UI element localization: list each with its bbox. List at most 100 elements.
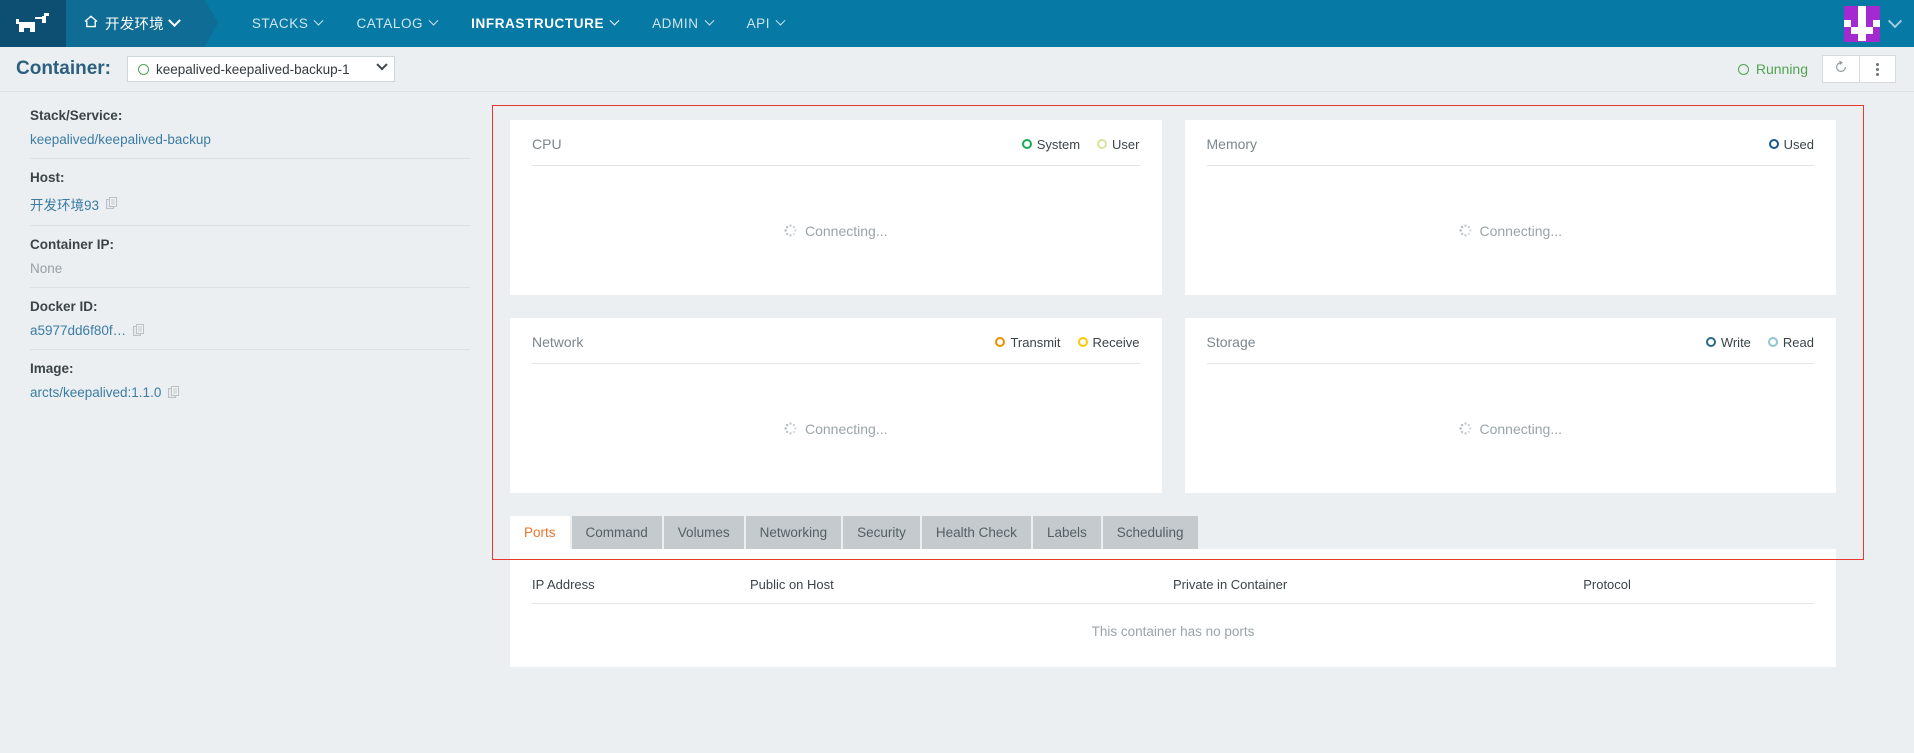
card-header: CPU System User — [532, 136, 1140, 166]
table-empty-row: This container has no ports — [532, 604, 1814, 639]
info-value: a5977dd6f80f… — [30, 323, 470, 338]
tab-scheduling[interactable]: Scheduling — [1102, 516, 1198, 549]
stats-graph-grid: CPU System User Connecting... Memory Use… — [470, 92, 1866, 493]
nav-item-admin[interactable]: ADMIN — [635, 0, 730, 47]
loading-indicator: Connecting... — [1458, 421, 1562, 437]
stack-service-link[interactable]: keepalived/keepalived-backup — [30, 132, 211, 147]
header-actions: Running — [1737, 55, 1896, 83]
card-header: Memory Used — [1206, 136, 1814, 166]
tab-label: Command — [585, 525, 648, 540]
tab-command[interactable]: Command — [571, 516, 662, 549]
legend-item-receive[interactable]: Receive — [1077, 334, 1140, 350]
legend-item-user[interactable]: User — [1097, 136, 1140, 152]
ports-table: IP Address Public on Host Private in Con… — [532, 577, 1814, 639]
tab-bar: Ports Command Volumes Networking Securit… — [510, 516, 1836, 549]
network-legend: Transmit Receive — [995, 334, 1140, 350]
legend-item-system[interactable]: System — [1021, 136, 1081, 152]
page-body: Container: keepalived-keepalived-backup-… — [0, 47, 1914, 753]
main-nav: STACKS CATALOG INFRASTRUCTURE ADMIN API — [235, 0, 801, 47]
tab-label: Labels — [1046, 525, 1087, 540]
memory-graph-card: Memory Used Connecting... — [1184, 120, 1836, 295]
card-body: Connecting... — [532, 166, 1140, 295]
info-label: Stack/Service: — [30, 108, 123, 123]
copy-to-clipboard-icon[interactable] — [133, 323, 146, 338]
main-content: Stack/Service: keepalived/keepalived-bac… — [0, 92, 1914, 667]
info-stack-service: Stack/Service: keepalived/keepalived-bac… — [30, 108, 470, 159]
nav-item-stacks[interactable]: STACKS — [235, 0, 340, 47]
user-avatar[interactable] — [1844, 5, 1880, 42]
tab-networking[interactable]: Networking — [745, 516, 842, 549]
tab-label: Ports — [524, 525, 556, 540]
restart-icon — [1834, 60, 1848, 79]
legend-dot-icon — [1768, 139, 1779, 149]
column-public-on-host: Public on Host — [749, 577, 1173, 604]
legend-item-write[interactable]: Write — [1705, 334, 1751, 350]
storage-legend: Write Read — [1705, 334, 1814, 350]
rancher-logo-button[interactable] — [0, 0, 66, 47]
chevron-down-icon — [376, 59, 388, 71]
nav-label: INFRASTRUCTURE — [471, 16, 605, 31]
nav-item-infrastructure[interactable]: INFRASTRUCTURE — [454, 0, 635, 47]
card-title: Memory — [1206, 136, 1258, 152]
tab-label: Health Check — [935, 525, 1017, 540]
nav-label: CATALOG — [356, 16, 424, 31]
column-private-in-container: Private in Container — [1172, 577, 1584, 604]
legend-label: Read — [1782, 334, 1814, 350]
image-value[interactable]: arcts/keepalived:1.1.0 — [30, 385, 161, 400]
tab-ports[interactable]: Ports — [510, 516, 570, 549]
legend-dot-icon — [995, 337, 1006, 347]
legend-label: System — [1036, 136, 1081, 152]
action-button-group — [1822, 55, 1896, 83]
status-badge: Running — [1737, 61, 1808, 77]
legend-label: Transmit — [1010, 334, 1061, 350]
kebab-menu-icon — [1876, 62, 1879, 76]
copy-to-clipboard-icon[interactable] — [106, 197, 119, 211]
nav-label: API — [746, 16, 771, 31]
loading-text: Connecting... — [805, 420, 888, 437]
legend-label: Write — [1720, 334, 1751, 350]
info-value: 开发环境93 — [30, 194, 470, 214]
nav-item-catalog[interactable]: CATALOG — [339, 0, 454, 47]
network-graph-card: Network Transmit Receive Connecting... — [510, 318, 1162, 493]
container-ip-value: None — [30, 261, 63, 276]
column-ip-address: IP Address — [532, 577, 750, 604]
loading-text: Connecting... — [1479, 222, 1563, 239]
docker-id-value[interactable]: a5977dd6f80f… — [30, 323, 126, 338]
nav-item-api[interactable]: API — [730, 0, 802, 47]
card-body: Connecting... — [1207, 364, 1815, 493]
legend-item-transmit[interactable]: Transmit — [995, 334, 1061, 350]
restart-button[interactable] — [1823, 56, 1859, 82]
legend-label: Receive — [1092, 334, 1140, 350]
info-docker-id: Docker ID: a5977dd6f80f… — [30, 299, 470, 350]
chevron-down-icon[interactable] — [1887, 13, 1903, 28]
info-label: Docker ID: — [30, 299, 98, 314]
tab-health-check[interactable]: Health Check — [921, 516, 1031, 549]
top-navbar: 开发环境 STACKS CATALOG INFRASTRUCTURE ADMIN… — [0, 0, 1914, 47]
tab-labels[interactable]: Labels — [1032, 516, 1101, 549]
chevron-down-icon — [775, 15, 786, 26]
card-title: CPU — [532, 136, 562, 152]
tab-security[interactable]: Security — [843, 516, 920, 549]
container-select[interactable]: keepalived-keepalived-backup-1 — [127, 56, 395, 82]
info-label: Container IP: — [30, 237, 115, 252]
host-link[interactable]: 开发环境93 — [30, 194, 99, 214]
page-title: Container: — [16, 58, 111, 79]
environment-switcher[interactable]: 开发环境 — [66, 0, 218, 47]
chevron-down-icon — [167, 14, 181, 28]
storage-graph-card: Storage Write Read Connecting... — [1184, 318, 1836, 493]
loading-indicator: Connecting... — [784, 223, 888, 239]
tab-label: Volumes — [677, 525, 730, 540]
loading-indicator: Connecting... — [1458, 222, 1563, 239]
more-actions-button[interactable] — [1859, 56, 1895, 82]
container-info-sidebar: Stack/Service: keepalived/keepalived-bac… — [0, 92, 470, 667]
chevron-down-icon — [704, 15, 715, 26]
cpu-graph-card: CPU System User Connecting... — [510, 120, 1162, 295]
legend-dot-icon — [1097, 139, 1108, 149]
copy-to-clipboard-icon[interactable] — [168, 385, 181, 400]
card-header: Network Transmit Receive — [532, 334, 1140, 364]
legend-item-read[interactable]: Read — [1767, 334, 1814, 350]
legend-item-used[interactable]: Used — [1768, 137, 1814, 152]
memory-legend: Used — [1768, 137, 1814, 152]
legend-label: User — [1112, 136, 1140, 152]
tab-volumes[interactable]: Volumes — [663, 516, 744, 549]
